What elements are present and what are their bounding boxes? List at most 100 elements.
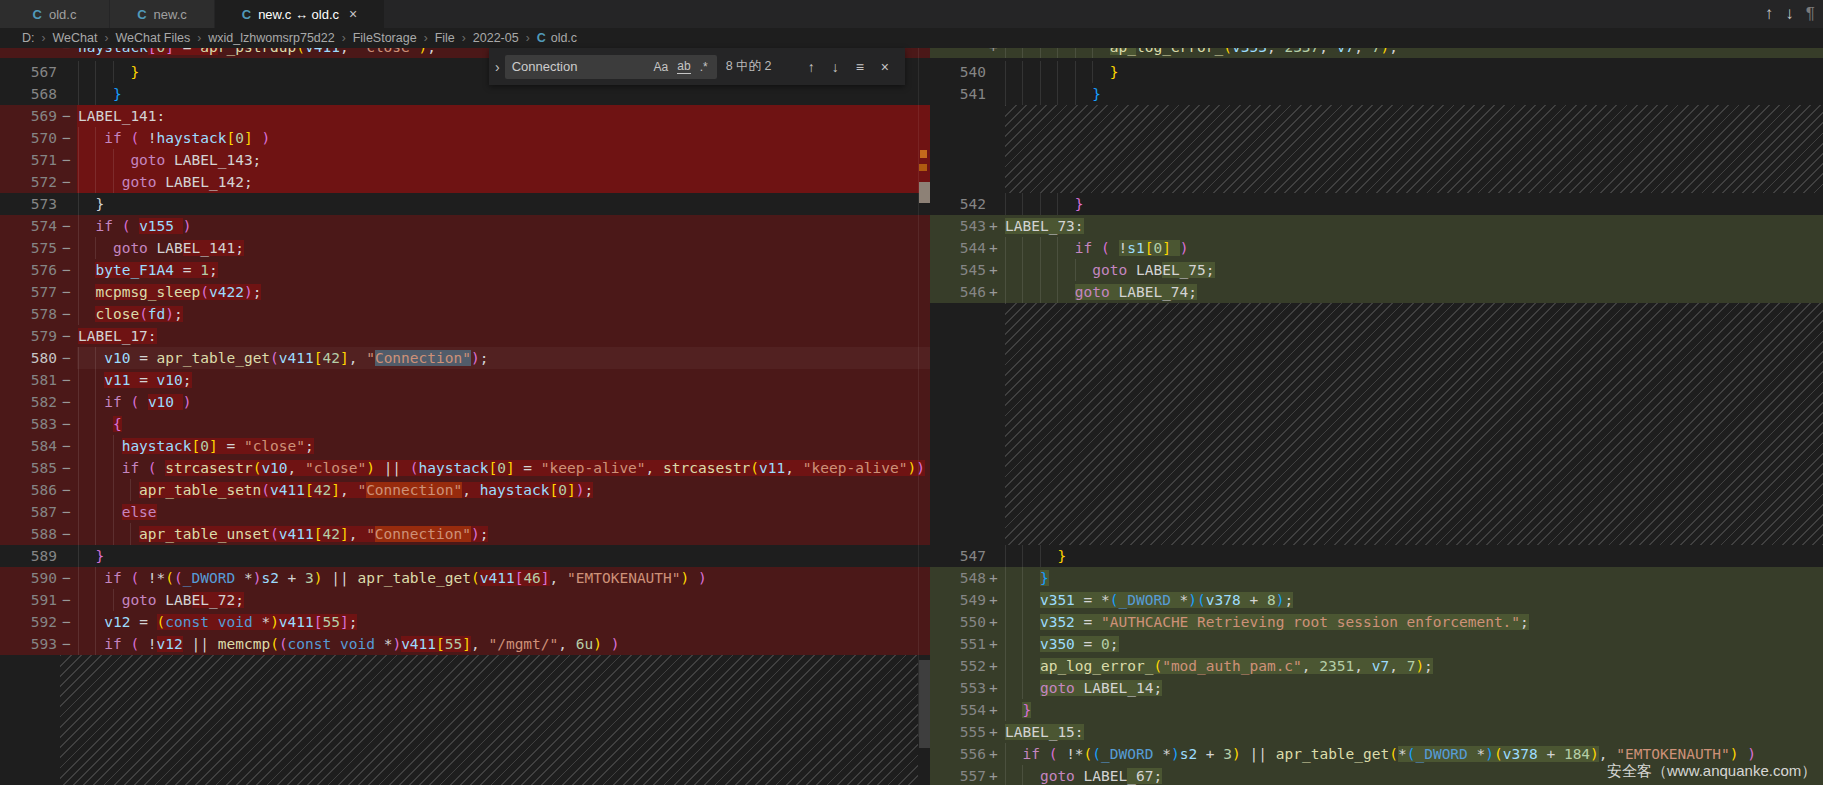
tab-old-c[interactable]: C old.c (0, 0, 110, 28)
breadcrumb-item-file[interactable]: old.c (551, 31, 577, 45)
breadcrumb-item[interactable]: 2022-05 (473, 31, 519, 45)
tab-new-c[interactable]: C new.c (110, 0, 215, 28)
line-number: 568 (0, 83, 57, 105)
code-text: goto LABEL_75; (1005, 259, 1215, 281)
code-text: } (1005, 545, 1066, 567)
c-file-icon: C (33, 7, 42, 22)
code-line-550[interactable]: 550+ v352 = "AUTHCACHE Retrieving root s… (930, 611, 1823, 633)
code-text: } (1005, 567, 1049, 589)
breadcrumb-item[interactable]: D: (22, 31, 35, 45)
code-line-569[interactable]: 569−LABEL_141: (0, 105, 930, 127)
whitespace-toggle-icon[interactable]: ¶ (1806, 4, 1815, 24)
line-number: 580 (0, 347, 57, 369)
find-next-icon[interactable]: ↓ (832, 59, 839, 75)
close-icon[interactable]: × (349, 6, 357, 22)
watermark: 安全客（www.anquanke.com） (1607, 762, 1816, 781)
code-line-586[interactable]: 586− apr_table_setn(v411[42], "Connectio… (0, 479, 930, 501)
line-number: 569 (0, 105, 57, 127)
code-text: if ( !s1[0] ) (1005, 237, 1188, 259)
find-in-selection-icon[interactable]: ≡ (856, 59, 864, 75)
code-line-581[interactable]: 581− v11 = v10; (0, 369, 930, 391)
code-line-590[interactable]: 590− if ( !*((_DWORD *)s2 + 3) || apr_ta… (0, 567, 930, 589)
code-line-549[interactable]: 549+ v351 = *(_DWORD *)(v378 + 8); (930, 589, 1823, 611)
code-text: haystack[0] = "close"; (78, 435, 314, 457)
breadcrumb-item[interactable]: File (435, 31, 455, 45)
whole-word-icon[interactable]: ab (677, 59, 690, 74)
code-text: } (78, 61, 139, 83)
code-line-582[interactable]: 582− if ( v10 ) (0, 391, 930, 413)
breadcrumb-item[interactable]: WeChat Files (115, 31, 190, 45)
code-line-592[interactable]: 592− v12 = (const void *)v411[55]; (0, 611, 930, 633)
line-number: 547 (930, 545, 986, 567)
code-line-585[interactable]: 585− if ( strcasestr(v10, "close") || (h… (0, 457, 930, 479)
code-line-552[interactable]: 552+ ap_log_error_("mod_auth_pam.c", 235… (930, 655, 1823, 677)
code-line-553[interactable]: 553+ goto LABEL_14; (930, 677, 1823, 699)
code-text: if ( !*((_DWORD *)s2 + 3) || apr_table_g… (78, 567, 707, 589)
code-line-548[interactable]: 548+ } (930, 567, 1823, 589)
right-filler-hatch (1005, 105, 1823, 193)
line-number: 579 (0, 325, 57, 347)
code-line-544[interactable]: 544+ if ( !s1[0] ) (930, 237, 1823, 259)
next-change-icon[interactable]: ↓ (1785, 4, 1794, 24)
match-case-icon[interactable]: Aa (654, 60, 669, 74)
code-line-580[interactable]: 580− v10 = apr_table_get(v411[42], "Conn… (0, 347, 930, 369)
code-line-591[interactable]: 591− goto LABEL_72; (0, 589, 930, 611)
line-number: 585 (0, 457, 57, 479)
code-line-542[interactable]: 542 } (930, 193, 1823, 215)
tab-diff-new-old[interactable]: C new.c ↔ old.c × (215, 0, 385, 28)
code-line-568[interactable]: 568 } (0, 83, 930, 105)
diff-sign: − (62, 413, 71, 435)
code-text: } (1005, 61, 1119, 83)
code-line-573[interactable]: 573 } (0, 193, 930, 215)
code-line-540[interactable]: 540 } (930, 61, 1823, 83)
diff-sign: − (62, 215, 71, 237)
diff-editor-original: −haystack[0] = apr_pstrdup(v411, "close"… (0, 48, 930, 785)
find-close-icon[interactable]: × (881, 59, 889, 75)
code-line-576[interactable]: 576− byte_F1A4 = 1; (0, 259, 930, 281)
code-line-588[interactable]: 588− apr_table_unset(v411[42], "Connecti… (0, 523, 930, 545)
code-line-574[interactable]: 574− if ( v155 ) (0, 215, 930, 237)
code-line-575[interactable]: 575− goto LABEL_141; (0, 237, 930, 259)
code-line-578[interactable]: 578− close(fd); (0, 303, 930, 325)
code-text: goto LABEL_141; (78, 237, 244, 259)
code-line-547[interactable]: 547 } (930, 545, 1823, 567)
code-line-551[interactable]: 551+ v350 = 0; (930, 633, 1823, 655)
code-line-584[interactable]: 584− haystack[0] = "close"; (0, 435, 930, 457)
breadcrumb-item[interactable]: FileStorage (353, 31, 417, 45)
scrollbar-slider[interactable] (919, 182, 930, 203)
code-line-570[interactable]: 570− if ( !haystack[0] ) (0, 127, 930, 149)
diff-sign: + (989, 765, 998, 785)
code-line-583[interactable]: 583− { (0, 413, 930, 435)
diff-sign: + (989, 259, 998, 281)
code-line-571[interactable]: 571− goto LABEL_143; (0, 149, 930, 171)
diff-sign: − (62, 369, 71, 391)
breadcrumb-separator-icon: › (42, 31, 46, 45)
regex-icon[interactable]: .* (700, 60, 708, 74)
find-previous-icon[interactable]: ↑ (808, 59, 815, 75)
code-line-554[interactable]: 554+ } (930, 699, 1823, 721)
code-line-545[interactable]: 545+ goto LABEL_75; (930, 259, 1823, 281)
code-line-579[interactable]: 579−LABEL_17: (0, 325, 930, 347)
toggle-replace-chevron-icon[interactable]: › (495, 59, 500, 75)
code-line-589[interactable]: 589 } (0, 545, 930, 567)
diff-sign: + (989, 611, 998, 633)
prev-change-icon[interactable]: ↑ (1765, 4, 1774, 24)
code-line-593[interactable]: 593− if ( !v12 || memcmp((const void *)v… (0, 633, 930, 655)
code-line-541[interactable]: 541 } (930, 83, 1823, 105)
code-line-546[interactable]: 546+ goto LABEL_74; (930, 281, 1823, 303)
code-line-572[interactable]: 572− goto LABEL_142; (0, 171, 930, 193)
ruler-mark-find (919, 164, 927, 171)
code-line-543[interactable]: 543+LABEL_73: (930, 215, 1823, 237)
code-line-577[interactable]: 577− mcpmsg_sleep(v422); (0, 281, 930, 303)
breadcrumb-item[interactable]: WeChat (53, 31, 98, 45)
diff-sign: − (62, 567, 71, 589)
line-number: 588 (0, 523, 57, 545)
find-input[interactable]: Connection Aa ab .* (505, 55, 717, 79)
code-line-587[interactable]: 587− else (0, 501, 930, 523)
code-line-555[interactable]: 555+LABEL_15: (930, 721, 1823, 743)
code-line-partial[interactable]: + ap_log_error_(v353, 2337, v7, 7); (930, 48, 1823, 58)
breadcrumb-item[interactable]: wxid_lzhwomsrp75d22 (208, 31, 334, 45)
breadcrumb: D:›WeChat›WeChat Files›wxid_lzhwomsrp75d… (0, 28, 1823, 48)
code-text: mcpmsg_sleep(v422); (78, 281, 261, 303)
line-number: 549 (930, 589, 986, 611)
